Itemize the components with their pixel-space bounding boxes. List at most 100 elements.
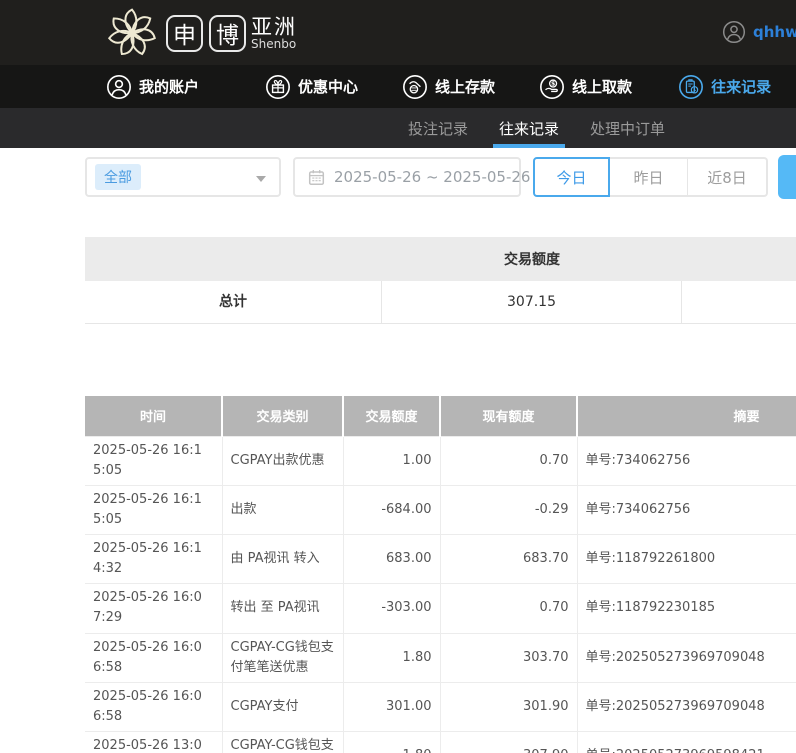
cell-memo: 单号:202505273969709048: [577, 682, 796, 731]
cell-time: 2025-05-26 13:06:32: [85, 732, 222, 753]
cell-time: 2025-05-26 16:15:05: [85, 436, 222, 485]
col-header-memo: 摘要: [577, 396, 796, 436]
cell-time: 2025-05-26 16:15:05: [85, 485, 222, 534]
withdraw-icon: $: [539, 74, 565, 100]
logo-subtitle: Shenbo: [251, 38, 297, 51]
cell-type: CGPAY-CG钱包支付笔笔送优惠: [222, 633, 343, 682]
cell-memo: 单号:202505273969598421: [577, 732, 796, 753]
cell-balance: 307.90: [440, 732, 577, 753]
cell-balance: -0.29: [440, 485, 577, 534]
selected-type-chip: 全部: [95, 164, 141, 190]
table-row: 2025-05-26 16:06:58 CGPAY支付 301.00 301.9…: [85, 682, 796, 731]
tab-transaction-records[interactable]: 往来记录: [497, 108, 561, 148]
summary-amount-header: 交易额度: [382, 249, 682, 269]
site-logo[interactable]: 申 博 亚洲 Shenbo: [104, 5, 297, 61]
col-header-type: 交易类别: [222, 396, 343, 436]
tab-pending-orders[interactable]: 处理中订单: [588, 108, 667, 148]
user-icon: [106, 74, 132, 100]
nav-item-promotions[interactable]: 优惠中心: [265, 74, 358, 100]
nav-item-deposit[interactable]: 线上存款: [402, 74, 495, 100]
user-account-area[interactable]: qhhw: [722, 20, 796, 44]
logo-char-bo: 博: [209, 15, 246, 52]
calendar-icon: [308, 169, 325, 186]
cell-amount: 683.00: [343, 535, 440, 584]
table-row: 2025-05-26 16:14:32 由 PA视讯 转入 683.00 683…: [85, 535, 796, 584]
nav-label: 优惠中心: [298, 76, 358, 97]
cell-balance: 0.70: [440, 584, 577, 633]
table-row: 2025-05-26 16:15:05 出款 -684.00 -0.29 单号:…: [85, 485, 796, 534]
cell-time: 2025-05-26 16:07:29: [85, 584, 222, 633]
summary-table: 交易额度 总计 307.15: [85, 237, 796, 324]
cell-amount: 1.00: [343, 436, 440, 485]
col-header-time: 时间: [85, 396, 222, 436]
deposit-icon: [402, 74, 428, 100]
today-button[interactable]: 今日: [533, 157, 610, 197]
logo-region-text: 亚洲: [251, 16, 297, 38]
nav-label: 我的账户: [139, 76, 199, 97]
flower-logo-icon: [104, 5, 160, 61]
sub-tab-bar: 投注记录 往来记录 处理中订单: [0, 108, 796, 148]
transactions-body: 2025-05-26 16:15:05 CGPAY出款优惠 1.00 0.70 …: [85, 436, 796, 753]
date-range-input[interactable]: 2025-05-26 ~ 2025-05-26: [293, 157, 521, 197]
gift-icon: [265, 74, 291, 100]
last-8-days-button[interactable]: 近8日: [688, 157, 768, 197]
cell-amount: -684.00: [343, 485, 440, 534]
cell-type: CGPAY出款优惠: [222, 436, 343, 485]
cell-type: 由 PA视讯 转入: [222, 535, 343, 584]
table-row: 2025-05-26 16:15:05 CGPAY出款优惠 1.00 0.70 …: [85, 436, 796, 485]
cell-type: CGPAY支付: [222, 682, 343, 731]
cell-balance: 303.70: [440, 633, 577, 682]
cell-type: 转出 至 PA视讯: [222, 584, 343, 633]
cell-balance: 301.90: [440, 682, 577, 731]
records-icon: [678, 74, 704, 100]
cell-memo: 单号:118792261800: [577, 535, 796, 584]
cell-time: 2025-05-26 16:14:32: [85, 535, 222, 584]
logo-char-shen: 申: [166, 15, 203, 52]
table-row: 2025-05-26 13:06:32 CGPAY-CG钱包支付笔笔送优惠 1.…: [85, 732, 796, 753]
yesterday-button[interactable]: 昨日: [610, 157, 688, 197]
cell-memo: 单号:734062756: [577, 436, 796, 485]
tab-betting-records[interactable]: 投注记录: [406, 108, 470, 148]
type-filter-select[interactable]: 全部: [85, 157, 281, 197]
username-text[interactable]: qhhw: [753, 23, 796, 41]
cell-memo: 单号:734062756: [577, 485, 796, 534]
user-avatar-icon: [722, 20, 746, 44]
col-header-amount: 交易额度: [343, 396, 440, 436]
date-range-value: 2025-05-26 ~ 2025-05-26: [334, 168, 530, 186]
cell-amount: 1.80: [343, 633, 440, 682]
cell-balance: 683.70: [440, 535, 577, 584]
page: 申 博 亚洲 Shenbo qhhw 我的账户: [0, 0, 796, 753]
cell-memo: 单号:118792230185: [577, 584, 796, 633]
table-header-row: 时间 交易类别 交易额度 现有额度 摘要: [85, 396, 796, 436]
nav-label: 线上存款: [435, 76, 495, 97]
cell-type: 出款: [222, 485, 343, 534]
cell-memo: 单号:202505273969709048: [577, 633, 796, 682]
tab-label: 往来记录: [499, 118, 559, 139]
nav-item-transaction-records[interactable]: 往来记录: [678, 74, 771, 100]
cell-type: CGPAY-CG钱包支付笔笔送优惠: [222, 732, 343, 753]
cell-balance: 0.70: [440, 436, 577, 485]
main-navbar: 我的账户 优惠中心 线上存款 $: [0, 65, 796, 108]
nav-label: 往来记录: [711, 76, 771, 97]
tab-label: 投注记录: [408, 118, 468, 139]
tab-label: 处理中订单: [590, 118, 665, 139]
nav-label: 线上取款: [572, 76, 632, 97]
cell-time: 2025-05-26 16:06:58: [85, 682, 222, 731]
nav-item-my-account[interactable]: 我的账户: [106, 74, 199, 100]
chevron-down-icon: [256, 176, 266, 182]
nav-item-withdraw[interactable]: $ 线上取款: [539, 74, 632, 100]
cell-amount: -303.00: [343, 584, 440, 633]
quick-date-button-group: 今日 昨日 近8日: [533, 157, 768, 197]
summary-total-label: 总计: [85, 281, 382, 324]
table-row: 2025-05-26 16:06:58 CGPAY-CG钱包支付笔笔送优惠 1.…: [85, 633, 796, 682]
summary-header-row: 交易额度: [85, 237, 796, 281]
top-header-bar: 申 博 亚洲 Shenbo qhhw: [0, 0, 796, 65]
summary-total-value: 307.15: [382, 281, 682, 324]
cell-amount: 1.80: [343, 732, 440, 753]
search-button[interactable]: [778, 155, 796, 199]
cell-time: 2025-05-26 16:06:58: [85, 633, 222, 682]
transactions-table: 时间 交易类别 交易额度 现有额度 摘要 2025-05-26 16:15:05…: [85, 396, 796, 753]
col-header-balance: 现有额度: [440, 396, 577, 436]
svg-text:$: $: [551, 80, 555, 87]
summary-total-row: 总计 307.15: [85, 281, 796, 324]
